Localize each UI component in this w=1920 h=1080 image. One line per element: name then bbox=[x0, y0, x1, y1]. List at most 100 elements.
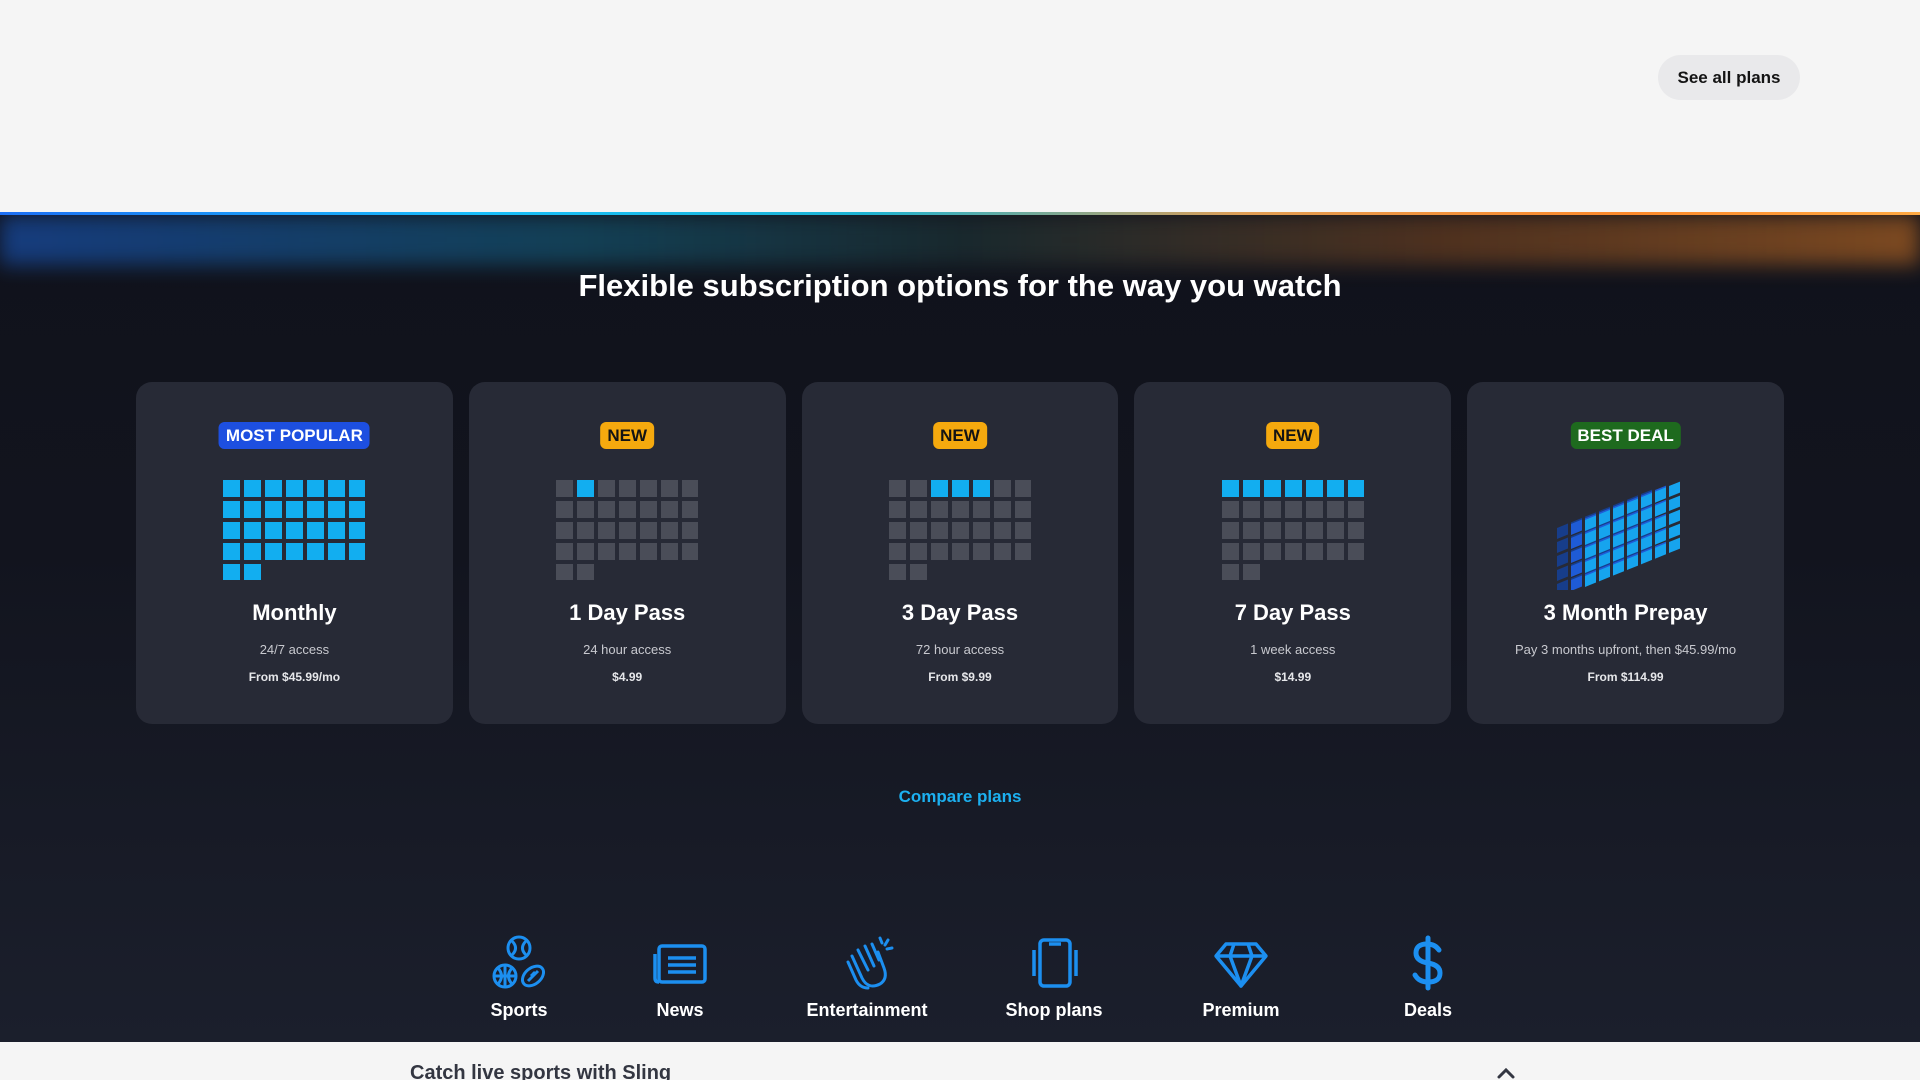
calendar-day bbox=[286, 480, 304, 497]
calendar-day bbox=[1347, 522, 1364, 539]
category-sports[interactable]: Sports bbox=[444, 934, 594, 1021]
plan-badge: NEW bbox=[600, 422, 655, 449]
calendar-day bbox=[223, 480, 241, 497]
accordion-bar[interactable]: Catch live sports with Sling bbox=[0, 1042, 1920, 1080]
calendar-day bbox=[1014, 543, 1031, 560]
calendar-day bbox=[682, 543, 699, 560]
calendar-day bbox=[661, 543, 679, 560]
calendar-day bbox=[1668, 509, 1680, 526]
calendar-day bbox=[1284, 522, 1302, 539]
newspaper-icon bbox=[653, 944, 707, 984]
calendar-day bbox=[1556, 523, 1568, 539]
plan-name: 7 Day Pass bbox=[1234, 600, 1351, 625]
calendar-day bbox=[1326, 480, 1344, 497]
calendar-day bbox=[598, 501, 616, 518]
calendar-day bbox=[640, 522, 658, 539]
device-icon bbox=[1032, 938, 1078, 988]
compare-plans-link[interactable]: Compare plans bbox=[0, 787, 1920, 807]
calendar-day bbox=[619, 480, 637, 497]
see-all-plans-button[interactable]: See all plans bbox=[1658, 55, 1800, 100]
plan-price: $14.99 bbox=[1274, 670, 1312, 684]
calendar-day bbox=[1242, 480, 1260, 497]
calendar-day bbox=[598, 522, 616, 539]
plan-price: From $9.99 bbox=[928, 670, 992, 684]
calendar-day bbox=[223, 564, 241, 580]
calendar-day bbox=[307, 480, 325, 497]
calendar-grid-icon bbox=[223, 480, 366, 580]
plan-description: 24 hour access bbox=[583, 642, 672, 657]
plan-name: Monthly bbox=[252, 600, 337, 625]
diamond-icon bbox=[1214, 942, 1268, 988]
category-label: Premium bbox=[1202, 1000, 1280, 1020]
calendar-day bbox=[328, 543, 346, 560]
calendar-day bbox=[1347, 480, 1364, 497]
plan-name: 1 Day Pass bbox=[569, 600, 686, 625]
plan-description: 1 week access bbox=[1250, 642, 1336, 657]
calendar-day bbox=[619, 543, 637, 560]
category-premium[interactable]: Premium bbox=[1166, 934, 1316, 1021]
plan-description: 24/7 access bbox=[259, 642, 330, 657]
category-label: Sports bbox=[490, 1000, 548, 1020]
calendar-day bbox=[1305, 543, 1323, 560]
calendar-day bbox=[1263, 480, 1281, 497]
calendar-day bbox=[265, 522, 283, 539]
calendar-day bbox=[577, 522, 595, 539]
calendar-grid-icon bbox=[556, 480, 699, 580]
calendar-day bbox=[1326, 522, 1344, 539]
plan-price: $4.99 bbox=[612, 670, 643, 684]
category-label: Deals bbox=[1403, 1000, 1453, 1020]
calendar-day bbox=[972, 543, 990, 560]
category-nav: Sports News Entertainment Shop plans Pre… bbox=[444, 934, 1544, 1034]
category-entertainment[interactable]: Entertainment bbox=[792, 934, 942, 1021]
calendar-day bbox=[888, 522, 906, 539]
calendar-day bbox=[286, 501, 304, 518]
category-shop-plans[interactable]: Shop plans bbox=[979, 934, 1129, 1021]
calendar-day bbox=[888, 564, 906, 580]
calendar-day bbox=[307, 522, 325, 539]
calendar-day bbox=[888, 543, 906, 560]
plan-badge: NEW bbox=[1265, 422, 1320, 449]
top-area: See all plans bbox=[0, 0, 1920, 212]
calendar-day bbox=[640, 480, 658, 497]
calendar-day bbox=[1556, 579, 1568, 590]
stacked-calendars-icon bbox=[1556, 481, 1680, 590]
plan-card-7-day-pass[interactable]: NEW 7 Day Pass 1 week access $14.99 bbox=[1134, 382, 1452, 724]
calendar-day bbox=[930, 480, 948, 497]
calendar-day bbox=[1556, 537, 1568, 553]
plan-card-3-month-prepay[interactable]: BEST DEAL 3 Month Prepay Pay 3 months up… bbox=[1467, 382, 1784, 724]
calendar-day bbox=[286, 543, 304, 560]
calendar-day bbox=[265, 501, 283, 518]
calendar-day bbox=[930, 543, 948, 560]
calendar-day bbox=[577, 543, 595, 560]
plan-badge: NEW bbox=[933, 422, 987, 449]
calendar-day bbox=[598, 480, 616, 497]
category-news[interactable]: News bbox=[605, 934, 755, 1021]
calendar-day bbox=[1668, 495, 1680, 512]
calendar-day bbox=[349, 480, 366, 497]
calendar-day bbox=[993, 543, 1011, 560]
calendar-day bbox=[619, 522, 637, 539]
calendar-day bbox=[1347, 543, 1364, 560]
plan-card-1-day-pass[interactable]: NEW 1 Day Pass 24 hour access $4.99 bbox=[468, 382, 786, 724]
calendar-day bbox=[888, 501, 906, 518]
chevron-up-icon[interactable] bbox=[1496, 1066, 1516, 1080]
plan-card-3-day-pass[interactable]: NEW 3 Day Pass 72 hour access From $9.99 bbox=[801, 382, 1119, 724]
calendar-day bbox=[286, 522, 304, 539]
plan-card-monthly[interactable]: MOST POPULAR Monthly 24/7 access From $4… bbox=[136, 382, 453, 724]
category-deals[interactable]: Deals bbox=[1353, 934, 1503, 1021]
calendar-day bbox=[265, 543, 283, 560]
calendar-day bbox=[1014, 480, 1031, 497]
calendar-day bbox=[661, 522, 679, 539]
calendar-day bbox=[244, 564, 262, 580]
calendar-day bbox=[307, 501, 325, 518]
plans-section: Flexible subscription options for the wa… bbox=[0, 212, 1920, 1042]
clapping-hands-icon bbox=[846, 936, 894, 990]
calendar-day bbox=[909, 501, 927, 518]
calendar-day bbox=[993, 501, 1011, 518]
calendar-day bbox=[1556, 565, 1568, 581]
calendar-day bbox=[1305, 480, 1323, 497]
calendar-day bbox=[577, 564, 595, 580]
calendar-day bbox=[1221, 522, 1239, 539]
section-title: Flexible subscription options for the wa… bbox=[578, 268, 1342, 303]
calendar-day bbox=[556, 501, 574, 518]
